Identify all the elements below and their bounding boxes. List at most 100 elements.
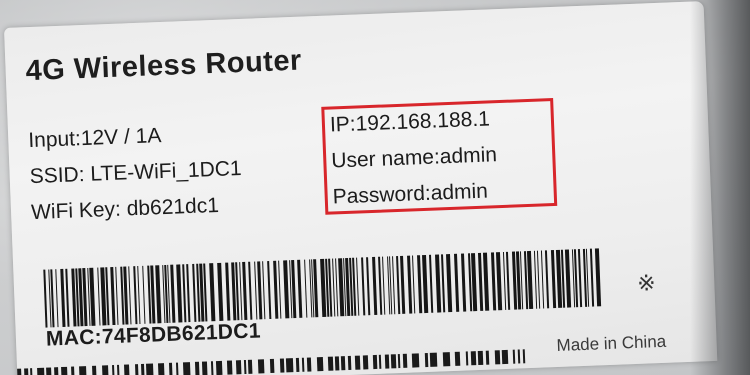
reference-mark-icon: ※	[636, 270, 657, 296]
barcode-bar	[594, 248, 602, 307]
cropped-glyph	[24, 368, 29, 375]
barcode-bar	[137, 266, 141, 325]
cropped-glyph	[295, 357, 300, 373]
cropped-glyph	[235, 360, 242, 375]
barcode-bar	[142, 265, 146, 324]
cropped-glyph	[37, 367, 45, 375]
cropped-glyph	[117, 364, 120, 375]
barcode-bar	[422, 254, 429, 314]
barcode-bar	[89, 267, 96, 326]
barcode-bar	[242, 261, 248, 320]
barcode-bar	[170, 264, 176, 323]
barcode-bar	[225, 262, 231, 321]
barcode-bar	[589, 248, 595, 307]
barcode	[43, 248, 605, 328]
cropped-glyph	[61, 366, 68, 375]
cropped-glyph	[135, 364, 139, 375]
device-title: 4G Wireless Router	[25, 44, 303, 88]
cropped-glyph	[301, 357, 305, 372]
cropped-glyph	[362, 355, 369, 370]
barcode-bar	[577, 249, 583, 308]
barcode-bar	[217, 262, 224, 321]
cropped-glyph	[397, 354, 401, 369]
cropped-glyph	[112, 365, 115, 375]
device-sticker: 4G Wireless Router Input:12V / 1A SSID: …	[4, 1, 718, 375]
cropped-glyph	[17, 368, 22, 375]
cropped-glyph	[384, 354, 390, 369]
router-label-photo: 4G Wireless Router Input:12V / 1A SSID: …	[0, 0, 750, 375]
cropped-glyph	[215, 360, 223, 375]
cropped-glyph	[340, 356, 346, 371]
barcode-bar	[526, 250, 534, 310]
barcode-bar	[43, 269, 48, 328]
barcode-bar	[495, 252, 503, 311]
cropped-glyph	[247, 359, 253, 374]
barcode-bar	[429, 254, 434, 313]
cropped-glyph	[46, 367, 52, 375]
barcode-bar	[435, 254, 442, 313]
cropped-glyph	[354, 355, 361, 370]
barcode-bar	[361, 257, 366, 316]
barcode-bar	[155, 265, 162, 324]
cropped-glyph	[71, 366, 75, 375]
barcode-bar	[283, 260, 290, 319]
barcode-bar	[366, 257, 371, 316]
barcode-bar	[128, 266, 132, 325]
barcode-bar	[470, 253, 478, 312]
barcode-bar	[297, 259, 303, 318]
barcode-bar	[412, 255, 416, 314]
cropped-glyph	[140, 363, 145, 375]
cropped-glyph	[429, 352, 438, 367]
barcode-bar	[400, 255, 406, 314]
cropped-glyph	[327, 356, 334, 371]
barcode-bar	[372, 256, 378, 315]
barcode-bar	[267, 260, 272, 320]
cropped-glyph	[54, 367, 59, 375]
cropped-glyph	[79, 366, 87, 375]
cropped-glyph	[424, 352, 429, 368]
barcode-bar	[115, 266, 119, 325]
cropped-glyph	[124, 364, 130, 375]
barcode-bar	[544, 250, 550, 309]
barcode-bar	[262, 261, 266, 320]
cropped-glyph	[378, 354, 382, 369]
cropped-glyph	[306, 357, 312, 372]
red-highlight-box	[321, 97, 558, 215]
wifi-key-text: WiFi Key: db621dc1	[30, 193, 220, 225]
barcode-bar	[356, 257, 360, 316]
cropped-glyph	[201, 361, 208, 375]
cropped-glyph	[347, 355, 352, 371]
barcode-bar	[304, 259, 308, 318]
cropped-glyph	[182, 362, 191, 375]
cropped-glyph	[372, 354, 378, 370]
barcode-bar	[460, 253, 467, 312]
cropped-glyph	[522, 349, 526, 364]
cropped-glyph	[30, 368, 33, 375]
barcode-bar	[248, 261, 253, 320]
barcode-bar	[176, 264, 183, 323]
cropped-glyph	[279, 358, 285, 373]
cropped-glyph	[285, 358, 294, 373]
barcode-bar	[446, 254, 453, 313]
cropped-glyph	[470, 351, 477, 366]
cropped-glyph	[316, 357, 324, 372]
cropped-glyph	[442, 352, 451, 367]
cropped-glyph	[168, 362, 173, 375]
cropped-glyph	[390, 354, 397, 369]
cropped-glyph	[102, 365, 109, 375]
cropped-glyph	[334, 356, 340, 371]
barcode-bar	[209, 263, 216, 322]
barcode-bar	[65, 268, 70, 327]
barcode-bar	[392, 256, 396, 315]
cropped-glyph	[454, 351, 461, 366]
barcode-bar	[454, 253, 460, 312]
barcode-bar	[186, 264, 191, 323]
barcode-bar	[536, 250, 541, 309]
barcode-bar	[278, 260, 282, 319]
cropped-glyph	[157, 363, 165, 375]
barcode-bar	[55, 269, 59, 328]
left-info-block: Input:12V / 1A SSID: LTE-WiFi_1DC1 WiFi …	[28, 115, 244, 231]
cropped-glyph	[145, 363, 154, 375]
cropped-glyph	[494, 350, 501, 365]
edge-shadow	[690, 0, 750, 375]
